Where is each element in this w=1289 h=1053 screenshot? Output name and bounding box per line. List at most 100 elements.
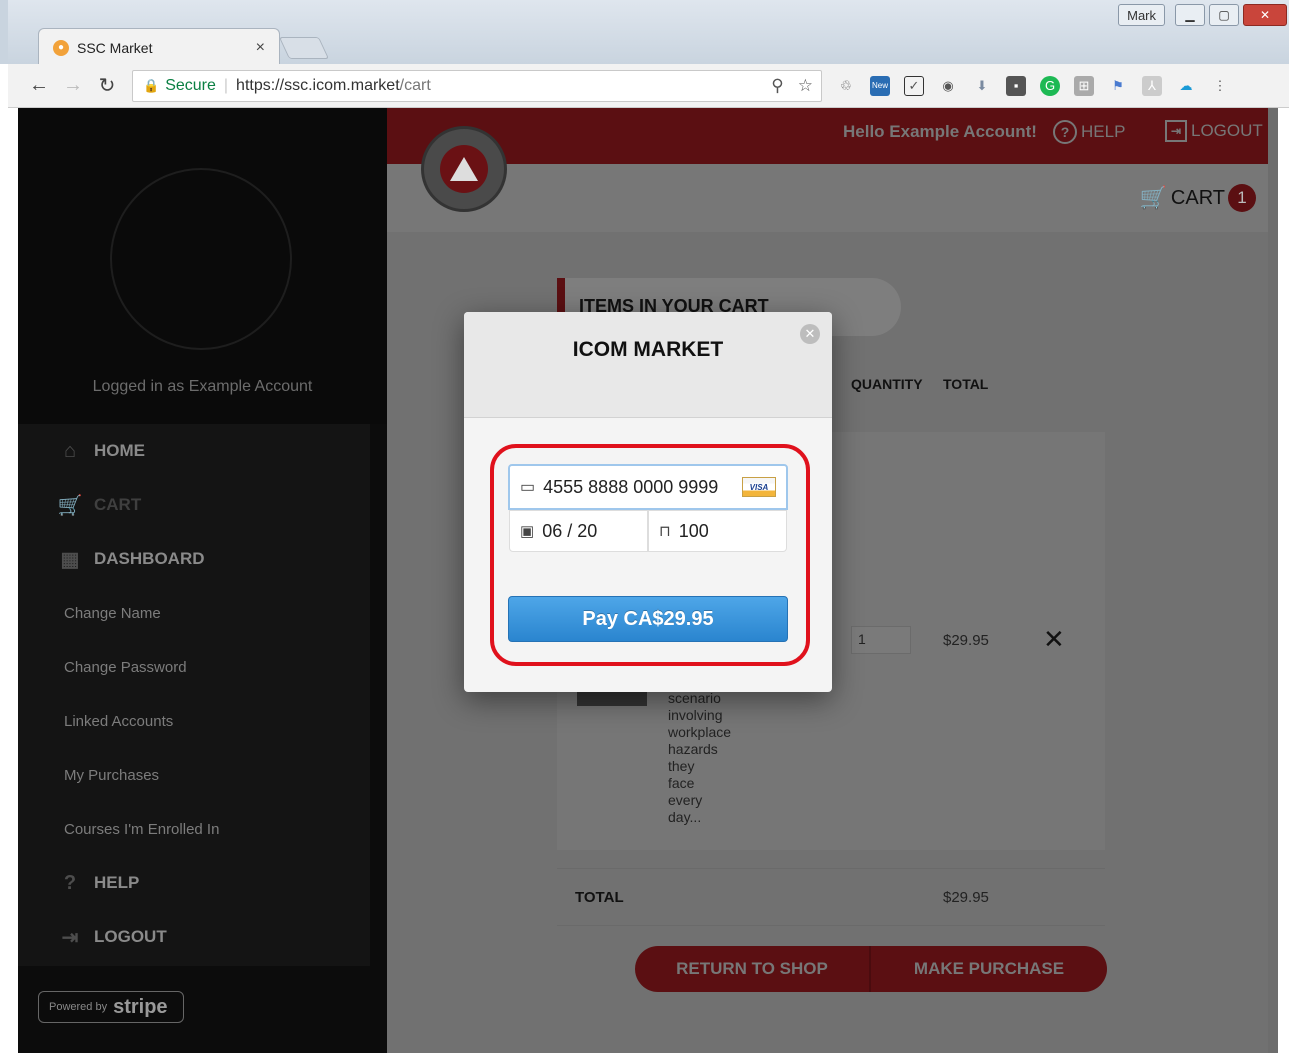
description-line: every: [668, 792, 703, 808]
address-separator: |: [223, 76, 229, 94]
back-button[interactable]: ←: [22, 74, 56, 97]
powered-by-stripe-badge[interactable]: Powered by stripe: [38, 991, 184, 1023]
powered-by-label: Powered by: [49, 1001, 108, 1013]
header-cart-label: CART: [1170, 186, 1225, 209]
cart-icon: 🛒: [1139, 185, 1167, 210]
sidebar-item-label: CART: [94, 495, 142, 514]
url-host: https://ssc.icom.market: [236, 76, 400, 94]
profile-button[interactable]: Mark: [1118, 4, 1165, 26]
sidebar-item-cart[interactable]: 🛒 CART: [18, 478, 370, 532]
key-icon[interactable]: ⚲: [771, 76, 783, 96]
description-line: workplace: [668, 724, 732, 740]
eye-extension-icon[interactable]: ◉: [938, 76, 958, 96]
browser-tab[interactable]: ● SSC Market ×: [38, 28, 280, 66]
modal-close-icon[interactable]: ✕: [800, 324, 820, 344]
download-extension-icon[interactable]: ⬇: [972, 76, 992, 96]
top-bar: Hello Example Account! ? HELP ⇥ LOGOUT: [387, 108, 1278, 164]
address-bar[interactable]: 🔒 Secure | https://ssc.icom.market/cart …: [132, 69, 822, 102]
home-icon: ⌂: [63, 439, 77, 462]
window-controls: Mark ▁ ▢ ✕: [1118, 4, 1287, 26]
sidebar-item-change-password[interactable]: Change Password: [18, 640, 370, 694]
modal-header: ICOM MARKET ✕: [464, 312, 832, 418]
bookmark-star-icon[interactable]: ☆: [798, 76, 813, 96]
logged-in-label: Logged in as Example Account: [92, 378, 313, 395]
sidebar-item-label: HELP: [94, 873, 140, 892]
lock-icon: 🔒: [143, 77, 160, 93]
new-tab-button[interactable]: [278, 37, 330, 59]
checkbox-extension-icon[interactable]: ✓: [904, 75, 924, 96]
sidebar-item-linked-accounts[interactable]: Linked Accounts: [18, 694, 370, 748]
reload-button[interactable]: ↻: [90, 73, 124, 98]
url-path: /cart: [399, 76, 431, 94]
cloud-extension-icon[interactable]: ☁: [1176, 76, 1196, 96]
favicon-icon: ●: [53, 39, 69, 56]
tab-close-button[interactable]: ×: [256, 39, 265, 57]
remove-item-button[interactable]: ✕: [1043, 624, 1065, 655]
make-purchase-button[interactable]: MAKE PURCHASE: [871, 946, 1107, 992]
sidebar-item-home[interactable]: ⌂ HOME: [18, 424, 370, 478]
description-line: day...: [668, 809, 702, 825]
sidebar-item-help[interactable]: ? HELP: [18, 856, 370, 910]
lock-icon: ⊓: [659, 523, 671, 540]
header-logout-link[interactable]: ⇥ LOGOUT: [1165, 120, 1263, 142]
header-help-link[interactable]: ? HELP: [1053, 120, 1125, 144]
page-scrollbar[interactable]: [1268, 108, 1278, 1053]
card-number-value: 4555 8888 0000 9999: [543, 476, 719, 497]
description-line: involving: [668, 707, 723, 723]
help-circle-icon: ?: [1053, 120, 1077, 144]
description-line: face: [668, 775, 695, 791]
description-line: they: [668, 758, 695, 774]
dashboard-icon: ▦: [60, 548, 80, 571]
sidebar-item-logout[interactable]: ⇥ LOGOUT: [18, 910, 370, 964]
grammarly-extension-icon[interactable]: G: [1040, 75, 1060, 96]
modal-title: ICOM MARKET: [572, 338, 724, 361]
pdf-extension-icon[interactable]: ⅄: [1142, 75, 1162, 96]
calendar-icon: ▣: [520, 523, 535, 540]
chrome-menu-icon[interactable]: ⋮: [1210, 76, 1230, 96]
description-line: scenario: [668, 690, 721, 706]
sidebar-item-my-purchases[interactable]: My Purchases: [18, 748, 370, 802]
total-value: $29.95: [943, 889, 989, 906]
browser-toolbar: ← → ↻ 🔒 Secure | https://ssc.icom.market…: [8, 64, 1289, 108]
quantity-input[interactable]: 1: [851, 626, 911, 654]
saskatchewan-safety-council-logo[interactable]: [421, 126, 507, 212]
total-label: TOTAL: [575, 889, 624, 906]
sidebar-item-label: HOME: [94, 441, 145, 460]
avatar: [110, 168, 292, 350]
minimize-button[interactable]: ▁: [1175, 4, 1205, 26]
sidebar-item-courses-enrolled[interactable]: Courses I'm Enrolled In: [18, 802, 370, 856]
logo-emblem: [440, 145, 488, 193]
logout-icon: ⇥: [1165, 120, 1187, 142]
forward-button[interactable]: →: [56, 74, 90, 97]
sidebar-item-label: DASHBOARD: [94, 549, 205, 568]
sidebar-item-dashboard[interactable]: ▦ DASHBOARD: [18, 532, 370, 586]
square-extension-icon[interactable]: ▪: [1006, 75, 1026, 96]
stripe-checkout-modal: ICOM MARKET ✕ ▭ 4555 8888 0000 9999 VISA…: [464, 312, 832, 692]
sidebar-item-change-name[interactable]: Change Name: [18, 586, 370, 640]
header-cart-link[interactable]: 🛒 CART 1: [1139, 184, 1256, 212]
flag-extension-icon[interactable]: ⚑: [1108, 76, 1128, 96]
maximize-button[interactable]: ▢: [1209, 4, 1239, 26]
sidebar-item-label: LOGOUT: [94, 927, 167, 946]
pay-button[interactable]: Pay CA$29.95: [508, 596, 788, 642]
visa-card-icon: VISA: [742, 477, 776, 497]
recycle-extension-icon[interactable]: ♲: [836, 76, 856, 96]
cart-icon: 🛒: [57, 494, 83, 517]
return-to-shop-button[interactable]: RETURN TO SHOP: [635, 946, 871, 992]
expiry-value: 06 / 20: [542, 520, 598, 541]
sidebar-menu: ⌂ HOME 🛒 CART ▦ DASHBOARD Change Name Ch…: [18, 424, 370, 966]
gray-extension-icon[interactable]: ⊞: [1074, 75, 1094, 96]
sidebar: Logged in as Example Account ⌂ HOME 🛒 CA…: [18, 108, 387, 1053]
page-viewport: Logged in as Example Account ⌂ HOME 🛒 CA…: [18, 108, 1278, 1053]
credit-card-icon: ▭: [520, 479, 536, 496]
new-extension-icon[interactable]: New: [870, 75, 890, 96]
header-help-label: HELP: [1081, 122, 1126, 141]
card-number-field[interactable]: ▭ 4555 8888 0000 9999 VISA: [508, 464, 788, 510]
cvc-value: 100: [678, 520, 709, 541]
close-window-button[interactable]: ✕: [1243, 4, 1287, 26]
greeting: Hello Example Account!: [843, 122, 1037, 141]
expiry-field[interactable]: ▣ 06 / 20: [509, 510, 648, 552]
cvc-field[interactable]: ⊓ 100: [648, 510, 787, 552]
secure-label: Secure: [165, 76, 216, 94]
help-icon: ?: [63, 871, 77, 894]
